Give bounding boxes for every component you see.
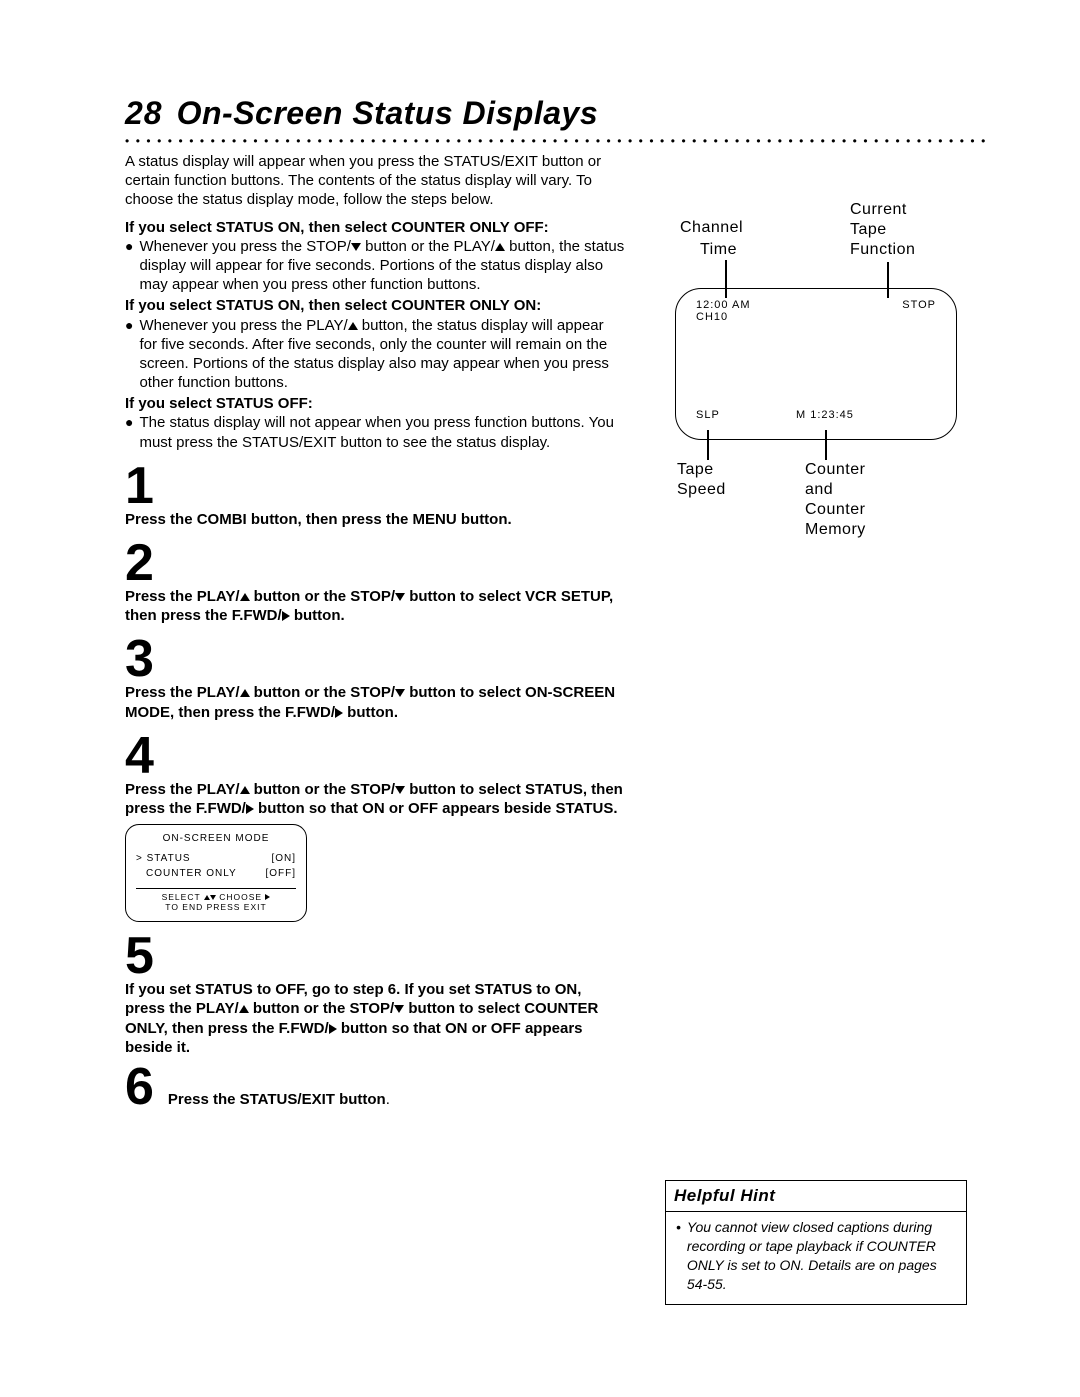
triangle-up-icon: [239, 1005, 249, 1013]
tv-counter: M 1:23:45: [796, 409, 854, 421]
step-text-5: If you set STATUS to OFF, go to step 6. …: [125, 980, 625, 1057]
section-heading-3: If you select STATUS OFF:: [125, 394, 625, 413]
label-channel: Channel: [680, 218, 743, 238]
tv-speed: SLP: [696, 409, 720, 421]
bullet-icon: ●: [125, 237, 133, 295]
triangle-right-icon: [265, 894, 270, 900]
page-number: 28: [125, 95, 163, 132]
bullet-icon: ●: [125, 413, 133, 451]
section-body-1: Whenever you press the STOP/ button or t…: [139, 237, 625, 295]
step-number-5: 5: [125, 930, 625, 982]
section-body-2: Whenever you press the PLAY/ button, the…: [139, 316, 625, 393]
panel-hint: SELECT CHOOSE TO END PRESS EXIT: [136, 888, 296, 914]
helpful-hint-box: Helpful Hint • You cannot view closed ca…: [665, 1180, 967, 1305]
section-heading-2: If you select STATUS ON, then select COU…: [125, 296, 625, 315]
bullet-icon: ●: [125, 316, 133, 393]
triangle-up-icon: [348, 322, 358, 330]
label-counter: Counter and Counter Memory: [805, 460, 866, 540]
tv-function: STOP: [902, 299, 936, 311]
bullet-icon: •: [676, 1218, 681, 1294]
step-text-3: Press the PLAY/ button or the STOP/ butt…: [125, 683, 625, 721]
triangle-up-icon: [240, 689, 250, 697]
triangle-up-icon: [240, 593, 250, 601]
step-number-3: 3: [125, 633, 625, 685]
triangle-right-icon: [335, 708, 343, 718]
intro-paragraph: A status display will appear when you pr…: [125, 152, 625, 210]
triangle-right-icon: [246, 804, 254, 814]
triangle-up-icon: [495, 243, 505, 251]
dotted-rule: ••••••••••••••••••••••••••••••••••••••••…: [125, 134, 990, 148]
triangle-down-icon: [395, 593, 405, 601]
label-current-tape-function: Current Tape Function: [850, 200, 915, 260]
panel-status-label: STATUS: [147, 853, 191, 864]
triangle-down-icon: [395, 689, 405, 697]
step-number-4: 4: [125, 730, 625, 782]
triangle-down-icon: [394, 1005, 404, 1013]
triangle-up-icon: [240, 786, 250, 794]
panel-title: ON-SCREEN MODE: [136, 833, 296, 846]
page-title: On-Screen Status Displays: [177, 95, 599, 132]
triangle-right-icon: [282, 611, 290, 621]
section-heading-1: If you select STATUS ON, then select COU…: [125, 218, 625, 237]
step-number-2: 2: [125, 537, 625, 589]
step-text-4: Press the PLAY/ button or the STOP/ butt…: [125, 780, 625, 818]
step-text-1: Press the COMBI button, then press the M…: [125, 510, 625, 529]
osd-mini-panel: ON-SCREEN MODE > STATUS [ON] COUNTER ONL…: [125, 824, 307, 922]
step-text-2: Press the PLAY/ button or the STOP/ butt…: [125, 587, 625, 625]
hint-title: Helpful Hint: [666, 1181, 966, 1212]
triangle-right-icon: [329, 1024, 337, 1034]
section-body-3: The status display will not appear when …: [139, 413, 625, 451]
hint-body-text: You cannot view closed captions during r…: [687, 1218, 956, 1294]
step-number-1: 1: [125, 460, 625, 512]
label-tape-speed: Tape Speed: [677, 460, 726, 500]
status-diagram: Channel Time Current Tape Function 12:00…: [665, 200, 975, 580]
tv-channel: CH10: [696, 311, 728, 323]
tv-time: 12:00 AM: [696, 299, 750, 311]
panel-status-value: [ON]: [271, 853, 296, 866]
panel-counter-value: [OFF]: [265, 868, 296, 881]
step-number-6: 6: [125, 1061, 154, 1113]
label-time: Time: [700, 240, 737, 260]
tv-screen: 12:00 AM CH10 STOP SLP M 1:23:45: [675, 288, 957, 440]
triangle-down-icon: [351, 243, 361, 251]
triangle-down-icon: [395, 786, 405, 794]
step-text-6: Press the STATUS/EXIT button.: [168, 1090, 390, 1113]
panel-counter-label: COUNTER ONLY: [136, 868, 237, 881]
